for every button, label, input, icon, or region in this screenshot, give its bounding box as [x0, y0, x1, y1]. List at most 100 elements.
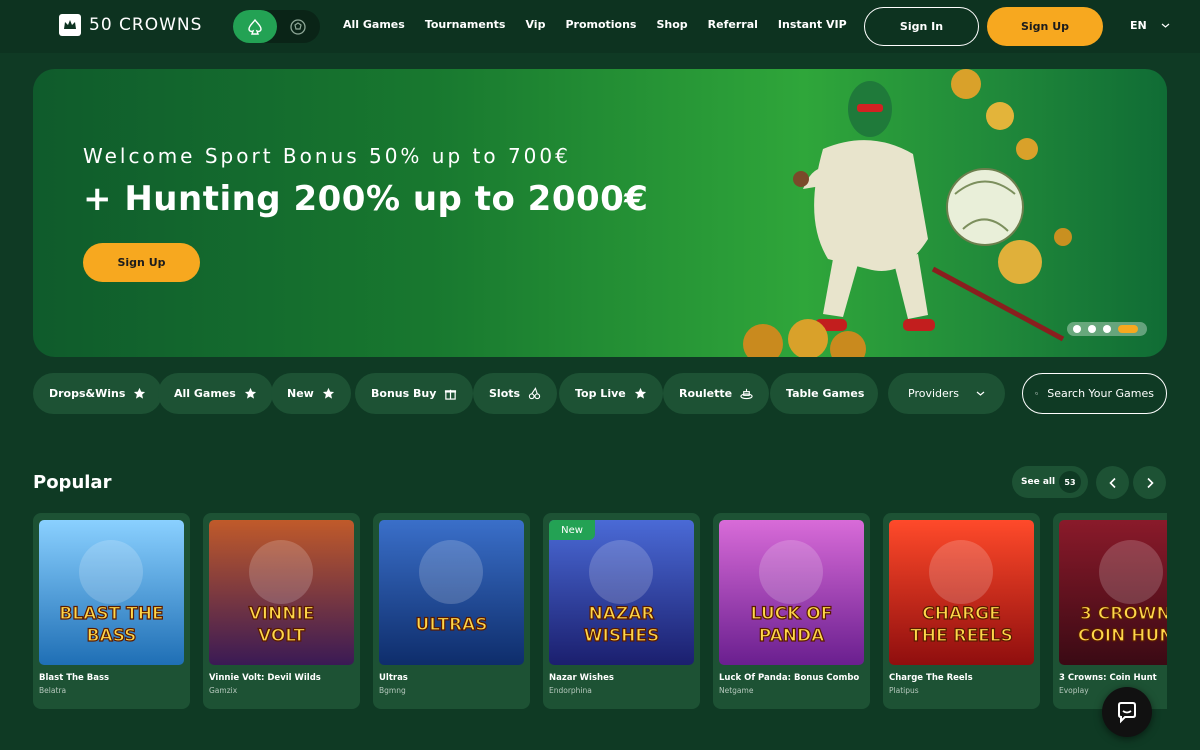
- banner-sign-up-button[interactable]: Sign Up: [83, 243, 200, 282]
- chip-label: Bonus Buy: [371, 387, 437, 400]
- chip-bonus-buy[interactable]: Bonus Buy: [355, 373, 474, 414]
- chip-label: Roulette: [679, 387, 733, 400]
- game-card[interactable]: 3 CROWNSCOIN HUNT 3 Crowns: Coin Hunt Evop…: [1053, 513, 1167, 709]
- main-nav: All Games Tournaments Vip Promotions Sho…: [343, 18, 867, 31]
- game-card[interactable]: CHARGE THE REELS Charge The Reels Platipus: [883, 513, 1040, 709]
- game-art: ULTRAS: [379, 520, 524, 665]
- popular-games-carousel: BLAST THE BASS Blast The Bass Belatra VINNIE…: [33, 513, 1167, 709]
- carousel-prev-button[interactable]: [1096, 466, 1129, 499]
- chevron-down-icon: [1161, 23, 1170, 28]
- game-card[interactable]: NAZAR WISHES New Nazar Wishes Endorphina: [543, 513, 700, 709]
- game-provider: Bgmng: [379, 686, 406, 695]
- game-thumbnail[interactable]: CHARGE THE REELS: [889, 520, 1034, 665]
- slide-dot[interactable]: [1073, 325, 1081, 333]
- language-label: EN: [1130, 19, 1147, 32]
- search-input[interactable]: Search Your Games: [1022, 373, 1167, 414]
- providers-label: Providers: [908, 387, 960, 400]
- nav-all-games[interactable]: All Games: [343, 18, 405, 31]
- section-title-popular: Popular: [33, 472, 112, 493]
- chip-label: New: [287, 387, 314, 400]
- game-art: VINNIEVOLT: [209, 520, 354, 665]
- chevron-down-icon: [976, 391, 985, 396]
- star-icon: [134, 387, 146, 399]
- sport-mode-button[interactable]: [277, 10, 321, 43]
- chip-label: Top Live: [575, 387, 626, 400]
- svg-text:WISHES: WISHES: [584, 626, 659, 646]
- game-thumbnail[interactable]: ULTRAS: [379, 520, 524, 665]
- nav-tournaments[interactable]: Tournaments: [425, 18, 506, 31]
- game-art: CHARGETHE REELS: [889, 520, 1034, 665]
- nav-vip[interactable]: Vip: [525, 18, 545, 31]
- language-selector[interactable]: EN: [1130, 19, 1170, 32]
- game-thumbnail[interactable]: BLAST THE BASS: [39, 520, 184, 665]
- live-chat-button[interactable]: [1102, 687, 1152, 737]
- chip-label: Slots: [489, 387, 521, 400]
- chip-drops-wins[interactable]: Drops&Wins: [33, 373, 163, 414]
- promo-banner[interactable]: Welcome Sport Bonus 50% up to 700€ + Hun…: [33, 69, 1167, 357]
- chip-all-games[interactable]: All Games: [158, 373, 273, 414]
- search-icon: [1035, 392, 1039, 396]
- game-thumbnail[interactable]: NAZAR WISHES: [549, 520, 694, 665]
- roulette-icon: [740, 388, 753, 400]
- game-art: BLAST THEBASS: [39, 520, 184, 665]
- chip-new[interactable]: New: [271, 373, 351, 414]
- game-provider: Belatra: [39, 686, 67, 695]
- category-filters: Drops&Wins All Games New Bonus Buy Slots…: [33, 373, 1167, 415]
- game-provider: Endorphina: [549, 686, 592, 695]
- football-icon: [290, 18, 306, 35]
- chip-roulette[interactable]: Roulette: [663, 373, 770, 414]
- chip-top-live[interactable]: Top Live: [559, 373, 663, 414]
- game-card[interactable]: LUCK OF PANDA Luck Of Panda: Bonus Combo Ne…: [713, 513, 870, 709]
- new-badge: New: [549, 520, 595, 540]
- nav-referral[interactable]: Referral: [708, 18, 758, 31]
- game-card[interactable]: ULTRAS Ultras Bgmng: [373, 513, 530, 709]
- nav-promotions[interactable]: Promotions: [565, 18, 636, 31]
- see-all-button[interactable]: See all 53: [1012, 466, 1088, 498]
- chip-slots[interactable]: Slots: [473, 373, 558, 414]
- svg-text:CHARGE: CHARGE: [922, 604, 1001, 624]
- svg-text:COIN HUNT: COIN HUNT: [1078, 626, 1167, 646]
- game-art: 3 CROWNSCOIN HUNT: [1059, 520, 1167, 665]
- game-thumbnail[interactable]: LUCK OF PANDA: [719, 520, 864, 665]
- spade-icon: [248, 18, 262, 35]
- game-card[interactable]: VINNIE VOLT Vinnie Volt: Devil Wilds Gamzix: [203, 513, 360, 709]
- sign-up-button[interactable]: Sign Up: [987, 7, 1103, 46]
- game-provider: Evoplay: [1059, 686, 1089, 695]
- slide-dot[interactable]: [1103, 325, 1111, 333]
- slide-dot-active[interactable]: [1118, 325, 1138, 333]
- game-title: 3 Crowns: Coin Hunt: [1059, 673, 1157, 683]
- banner-athlete-image: [743, 69, 1072, 357]
- svg-text:PANDA: PANDA: [759, 626, 825, 646]
- search-placeholder: Search Your Games: [1047, 387, 1154, 400]
- svg-text:LUCK OF: LUCK OF: [751, 604, 833, 624]
- chip-label: Drops&Wins: [49, 387, 126, 400]
- sign-in-button[interactable]: Sign In: [864, 7, 979, 46]
- providers-dropdown[interactable]: Providers: [888, 373, 1005, 414]
- svg-text:VINNIE: VINNIE: [249, 604, 315, 624]
- game-title: Ultras: [379, 673, 408, 683]
- game-thumbnail[interactable]: 3 CROWNSCOIN HUNT: [1059, 520, 1167, 665]
- star-icon: [634, 387, 646, 399]
- logo[interactable]: 50 CROWNS: [59, 14, 202, 36]
- slide-dot[interactable]: [1088, 325, 1096, 333]
- chat-bubble-icon: [1118, 702, 1136, 724]
- game-card[interactable]: BLAST THE BASS Blast The Bass Belatra: [33, 513, 190, 709]
- casino-mode-button[interactable]: [233, 10, 277, 43]
- game-art: NAZARWISHES: [549, 520, 694, 665]
- logo-text: 50 CROWNS: [89, 15, 203, 35]
- svg-text:VOLT: VOLT: [258, 626, 305, 646]
- game-provider: Netgame: [719, 686, 754, 695]
- game-provider: Platipus: [889, 686, 919, 695]
- svg-text:BLAST THE: BLAST THE: [59, 604, 163, 624]
- slider-dots: [1067, 322, 1147, 336]
- banner-title: + Hunting 200% up to 2000€: [83, 179, 649, 219]
- game-thumbnail[interactable]: VINNIE VOLT: [209, 520, 354, 665]
- carousel-next-button[interactable]: [1133, 466, 1166, 499]
- nav-instant-vip[interactable]: Instant VIP: [778, 18, 847, 31]
- nav-shop[interactable]: Shop: [656, 18, 687, 31]
- games-count-badge: 53: [1059, 471, 1081, 493]
- mode-switch: [233, 10, 320, 43]
- chip-table-games[interactable]: Table Games: [770, 373, 878, 414]
- svg-text:NAZAR: NAZAR: [589, 604, 655, 624]
- crown-icon: [59, 14, 81, 36]
